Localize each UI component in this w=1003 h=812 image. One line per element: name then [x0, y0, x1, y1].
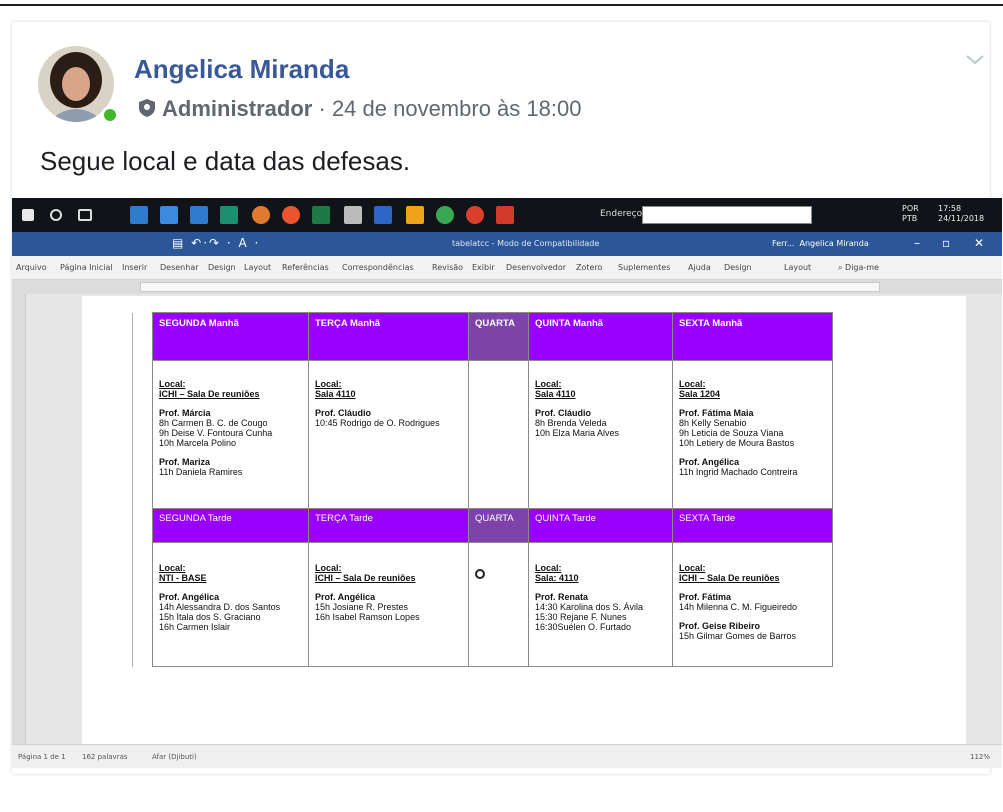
document-title: tabelatcc - Modo de Compatibilidade [452, 239, 600, 248]
cell-quinta-manha: Local: Sala 4110 Prof. Cláudio 8h Brenda… [528, 360, 673, 509]
chrome-icon [436, 206, 454, 224]
ribbon-tab: Revisão [432, 263, 464, 272]
schedule-table: SEGUNDA Manhã TERÇA Manhã QUARTA QUINTA … [132, 312, 833, 667]
chevron-down-icon[interactable] [964, 52, 986, 68]
app-icon-5 [252, 206, 270, 224]
app-icon-3 [190, 206, 208, 224]
header-segunda-tarde: SEGUNDA Tarde [152, 508, 309, 543]
vertical-ruler [12, 294, 26, 744]
app-icon-7 [406, 206, 424, 224]
cell-terca-tarde: Local: ICHI – Sala De reuniões Prof. Ang… [308, 542, 469, 667]
ribbon-tab: Suplementes [618, 263, 671, 272]
status-words: 162 palavras [82, 753, 128, 761]
cell-segunda-tarde: Local: NTI - BASE Prof. Angélica 14h Ale… [152, 542, 309, 667]
header-quinta-tarde: QUINTA Tarde [528, 508, 673, 543]
cell-sexta-manha: Local: Sala 1204 Prof. Fátima Maia 8h Ke… [672, 360, 833, 509]
cell-quarta-tarde [468, 542, 529, 667]
post-text: Segue local e data das defesas. [40, 146, 411, 176]
tray-clock: 17:58 24/11/2018 [938, 204, 985, 223]
app-icon-2 [160, 206, 178, 224]
text-cursor-icon [475, 569, 485, 579]
ribbon-tab: Referências [282, 263, 329, 272]
ribbon-tab: Ajuda [688, 263, 711, 272]
header-quinta-manha: QUINTA Manhã [528, 312, 673, 361]
header-terca-manha: TERÇA Manhã [308, 312, 469, 361]
address-label: Endereço [600, 209, 643, 219]
ribbon-tab: Correspondências [342, 263, 414, 272]
top-divider [0, 4, 1003, 6]
tray-language: POR PTB [902, 204, 919, 223]
app-icon-1 [130, 206, 148, 224]
app-icon-6 [344, 206, 362, 224]
status-zoom: 112% [970, 753, 991, 761]
windows-start-icon [22, 209, 34, 221]
post-meta: Administrador · 24 de novembro às 18:00 [138, 96, 581, 124]
ribbon-tab: Página Inicial [60, 263, 113, 272]
excel-icon [312, 206, 330, 224]
status-page: Página 1 de 1 [18, 753, 66, 761]
app-icon-8 [466, 206, 484, 224]
shield-icon [138, 98, 156, 124]
ribbon-tab: Layout [784, 263, 812, 272]
document-page: SEGUNDA Manhã TERÇA Manhã QUARTA QUINTA … [82, 296, 966, 744]
tell-me-search: ⌕ Diga-me [838, 263, 879, 272]
app-icon-9 [496, 206, 514, 224]
ribbon-tab: Zotero [576, 263, 603, 272]
search-icon [50, 209, 62, 221]
ribbon-tab: Design [724, 263, 752, 272]
task-view-icon [78, 209, 92, 221]
address-input[interactable] [642, 206, 812, 224]
cell-sexta-tarde: Local: ICHI – Sala De reuniões Prof. Fát… [672, 542, 833, 667]
header-sexta-tarde: SEXTA Tarde [672, 508, 833, 543]
header-segunda-manha: SEGUNDA Manhã [152, 312, 309, 361]
ribbon-tab: Desenvolvedor [506, 263, 567, 272]
word-statusbar: Página 1 de 1 162 palavras Afar (Djibuti… [12, 744, 1002, 768]
author-role: Administrador [162, 96, 313, 121]
user-account: Ferr... Angelica Miranda [772, 239, 869, 248]
cell-quarta-manha [468, 360, 529, 509]
cell-segunda-manha: Local: ICHI – Sala De reuniões Prof. Már… [152, 360, 309, 509]
minimize-icon: – [914, 236, 920, 250]
app-icon-4 [220, 206, 238, 224]
restore-icon: ▫ [942, 236, 951, 250]
word-titlebar: ▤ ↶·↷ · A · tabelatcc - Modo de Compatib… [12, 232, 1002, 256]
online-status-dot [101, 106, 119, 124]
meta-separator: · [318, 96, 326, 121]
status-language: Afar (Djibuti) [152, 753, 197, 761]
cell-terca-manha: Local: Sala 4110 Prof. Cláudio 10:45 Rod… [308, 360, 469, 509]
ribbon-tab: Exibir [472, 263, 495, 272]
ribbon-tab: Design [208, 263, 236, 272]
ribbon-tab: Arquivo [16, 263, 47, 272]
word-icon [374, 206, 392, 224]
ribbon-tabs: Arquivo Página Inicial Inserir Desenhar … [12, 256, 1002, 280]
header-sexta-manha: SEXTA Manhã [672, 312, 833, 361]
header-quarta-tarde: QUARTA [468, 508, 529, 543]
header-terca-tarde: TERÇA Tarde [308, 508, 469, 543]
cell-quinta-tarde: Local: Sala: 4110 Prof. Renata 14:30 Kar… [528, 542, 673, 667]
windows-taskbar: Endereço POR PTB 17:58 24/11/2018 [12, 198, 1002, 232]
horizontal-ruler [12, 280, 1002, 294]
header-quarta-manha: QUARTA [468, 312, 529, 361]
quick-access-toolbar: ▤ ↶·↷ · A · [172, 236, 261, 250]
post-timestamp[interactable]: 24 de novembro às 18:00 [332, 96, 582, 121]
post-image-screenshot[interactable]: Endereço POR PTB 17:58 24/11/2018 ▤ ↶·↷ · … [12, 198, 1002, 768]
ribbon-tab: Inserir [122, 263, 148, 272]
close-icon: ✕ [974, 236, 985, 250]
ribbon-tab: Desenhar [160, 263, 199, 272]
firefox-icon [282, 206, 300, 224]
post-author-name[interactable]: Angelica Miranda [134, 54, 349, 85]
ribbon-tab: Layout [244, 263, 272, 272]
